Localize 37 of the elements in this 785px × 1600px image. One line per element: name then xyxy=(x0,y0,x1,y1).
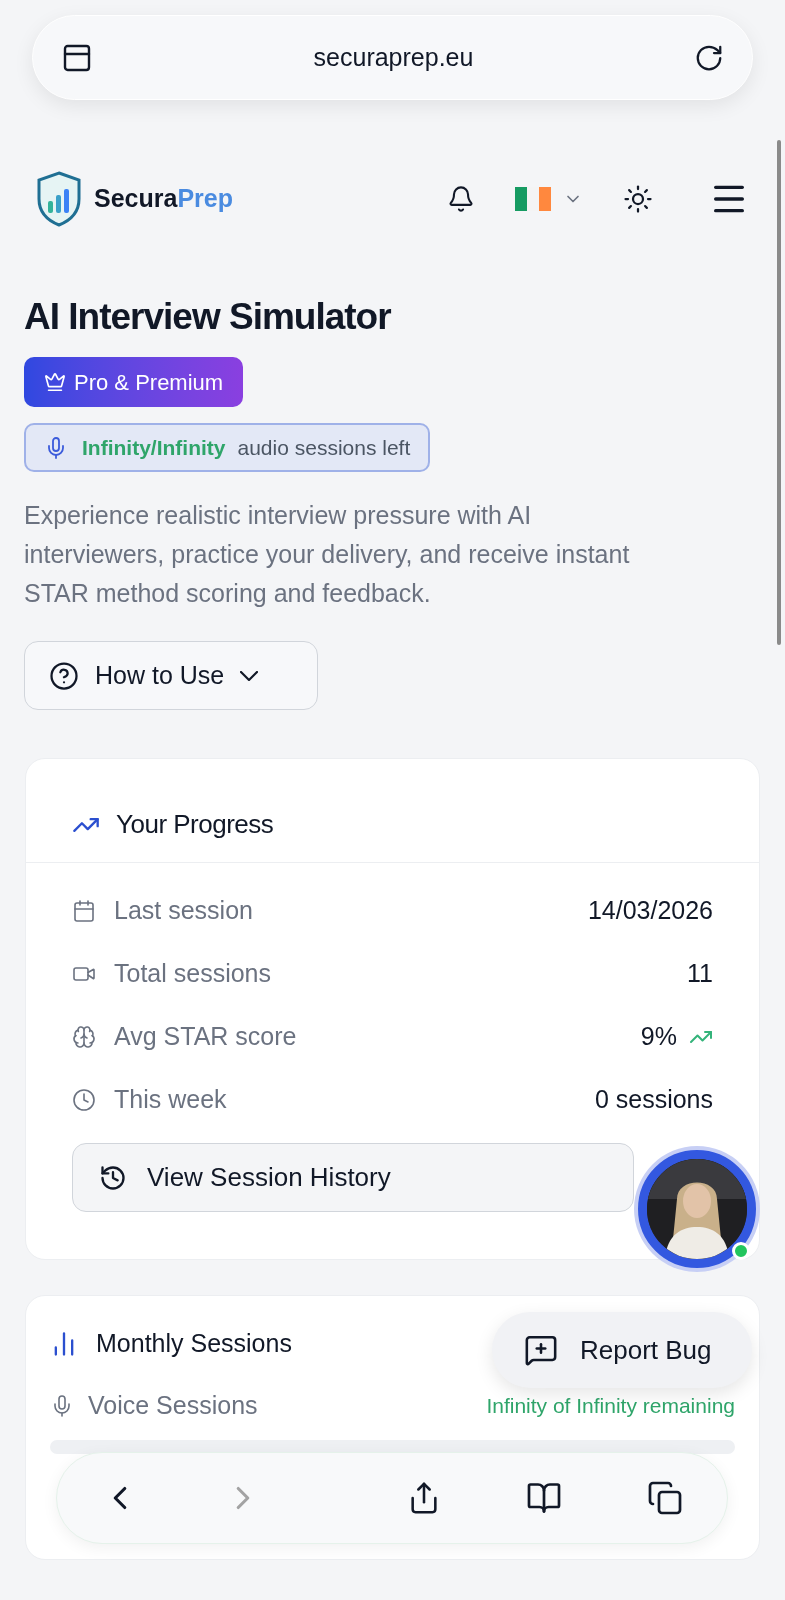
brand-name[interactable]: SecuraPrep xyxy=(94,180,233,218)
page-title: AI Interview Simulator xyxy=(24,295,392,339)
address-bar[interactable]: securaprep.eu xyxy=(32,15,753,100)
stat-value: 11 xyxy=(687,957,713,989)
plan-badge-label: Pro & Premium xyxy=(74,368,224,397)
url-text: securaprep.eu xyxy=(313,41,474,73)
stat-value: 14/03/2026 xyxy=(587,894,713,926)
help-icon xyxy=(49,660,79,691)
message-plus-icon xyxy=(524,1333,558,1367)
stat-label: Total sessions xyxy=(114,957,272,989)
stat-label: Last session xyxy=(114,894,253,926)
sessions-count: Infinity/Infinity xyxy=(82,434,226,461)
tabs-icon[interactable] xyxy=(647,1480,683,1516)
view-history-button[interactable]: View Session History xyxy=(72,1143,634,1212)
remaining-text: Infinity of Infinity remaining xyxy=(486,1393,735,1420)
history-icon xyxy=(99,1163,127,1192)
stat-value: 9% xyxy=(640,1020,677,1052)
how-to-use-button[interactable]: How to Use xyxy=(24,641,318,710)
crown-icon xyxy=(44,371,66,393)
bookmarks-icon[interactable] xyxy=(526,1480,562,1516)
theme-toggle-icon[interactable] xyxy=(623,184,653,214)
chevron-down-icon xyxy=(240,670,259,681)
calendar-icon xyxy=(72,898,96,923)
shield-logo-icon xyxy=(36,171,82,227)
notification-bell-icon[interactable] xyxy=(447,185,475,213)
sessions-label: audio sessions left xyxy=(237,434,411,461)
clock-icon xyxy=(72,1087,96,1112)
stat-value: 0 sessions xyxy=(594,1083,713,1115)
report-bug-button[interactable]: Report Bug xyxy=(492,1312,752,1388)
description-text: Experience realistic interview pressure with AI interviewers, practice your delivery, and receive instant STAR method scoring and feedback. xyxy=(24,500,631,609)
session-type-label: Voice Sessions xyxy=(88,1390,258,1422)
stat-label: Avg STAR score xyxy=(114,1020,297,1052)
brain-icon xyxy=(72,1024,96,1049)
flag-icon[interactable] xyxy=(515,187,551,211)
card-title: Monthly Sessions xyxy=(96,1328,292,1360)
stat-label: This week xyxy=(114,1083,227,1115)
card-title: Your Progress xyxy=(116,808,274,841)
